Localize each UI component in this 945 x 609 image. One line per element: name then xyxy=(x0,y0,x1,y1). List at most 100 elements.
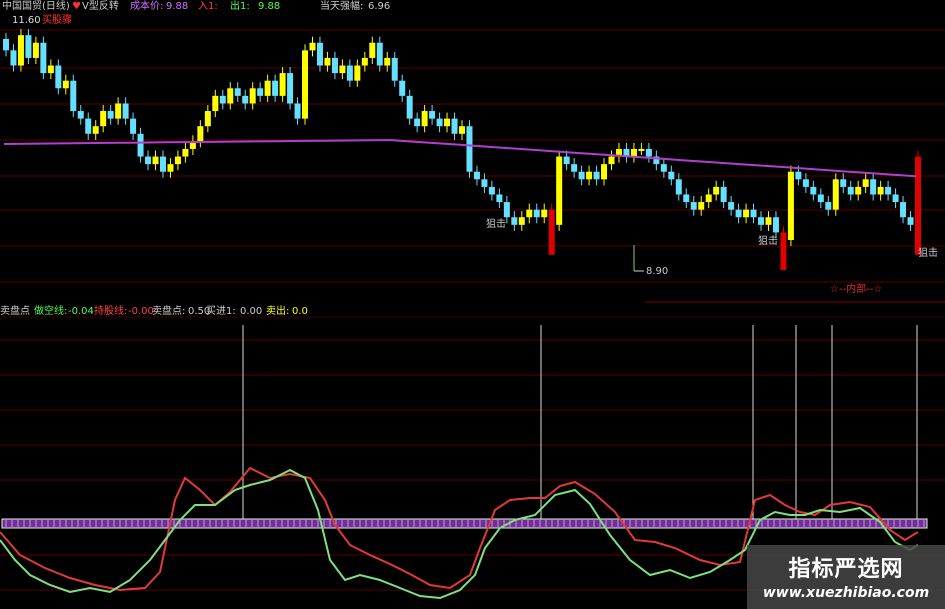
candle-body xyxy=(503,202,510,218)
candle-body xyxy=(847,186,854,195)
candle-body xyxy=(3,38,9,51)
candle-body xyxy=(399,80,406,96)
candle-body xyxy=(384,57,391,66)
strength-value: 6.96 xyxy=(368,1,391,12)
candle-body xyxy=(55,65,62,89)
candle-body xyxy=(459,126,465,134)
candle-body xyxy=(212,95,219,112)
indicator-icon: ♥ xyxy=(72,1,81,12)
candle-body xyxy=(802,179,809,187)
candle-body xyxy=(47,65,54,74)
candle-body xyxy=(578,171,585,180)
candle-body xyxy=(750,209,757,218)
candle-body xyxy=(100,111,107,127)
candle-body xyxy=(870,179,877,195)
candle-body xyxy=(705,194,712,203)
candle-body xyxy=(309,42,316,51)
stock-chart[interactable] xyxy=(0,0,945,609)
candle-body xyxy=(249,88,256,104)
candle-body xyxy=(668,171,675,180)
candle-body xyxy=(145,156,152,165)
candle-body xyxy=(137,133,144,157)
candle-body xyxy=(122,103,129,119)
candle-body xyxy=(481,179,488,187)
candle-body xyxy=(533,209,540,218)
candle-body xyxy=(593,171,600,180)
candle-body xyxy=(787,171,794,240)
signal-candle xyxy=(915,156,921,255)
candle-body xyxy=(862,179,869,187)
cost-value: 9.88 xyxy=(166,1,189,12)
candle-body xyxy=(70,80,77,112)
out-label: 出1: xyxy=(230,1,250,12)
candle-body xyxy=(541,209,548,218)
candle-body xyxy=(728,202,735,210)
candle-body xyxy=(683,194,690,203)
candle-body xyxy=(526,209,533,218)
bottom-item5-label: 买进1: xyxy=(206,306,236,317)
candle-body xyxy=(855,186,862,195)
candle-body xyxy=(316,42,323,66)
candle-body xyxy=(242,95,249,104)
candle-body xyxy=(25,35,32,58)
candle-body xyxy=(391,57,398,81)
candle-body xyxy=(473,171,480,180)
candle-body xyxy=(892,194,899,203)
candle-body xyxy=(900,202,907,218)
candle-body xyxy=(713,186,720,195)
in-label: 入1: xyxy=(198,1,218,12)
candle-body xyxy=(518,217,525,225)
candle-body xyxy=(257,88,264,96)
snipe-label-3: 狙击 xyxy=(918,248,938,259)
candle-body xyxy=(92,126,99,134)
snipe-label-1: 狙击 xyxy=(486,219,506,230)
candle-body xyxy=(294,103,301,119)
candle-body xyxy=(660,164,667,172)
candle-body xyxy=(272,80,279,96)
candle-body xyxy=(466,126,473,172)
candle-body xyxy=(511,217,518,225)
candle-body xyxy=(421,111,428,127)
candle-body xyxy=(227,88,234,104)
candle-body xyxy=(107,111,114,119)
candle-body xyxy=(331,57,338,74)
candle-body xyxy=(32,42,39,58)
candle-body xyxy=(174,156,181,165)
candle-body xyxy=(571,164,578,172)
candle-body xyxy=(586,171,593,180)
bottom-item3-label: 持股线: xyxy=(94,306,128,317)
candle-body xyxy=(324,57,331,66)
candle-body xyxy=(302,50,309,119)
signal-candle xyxy=(548,209,555,255)
price-high-label: 11.60 xyxy=(12,15,41,26)
candle-body xyxy=(361,57,368,66)
candle-body xyxy=(77,111,84,119)
candle-body xyxy=(219,95,226,104)
low-price-label: 8.90 xyxy=(646,266,669,277)
candle-body xyxy=(675,179,682,195)
candle-body xyxy=(354,65,361,81)
strength-label: 当天强幅: xyxy=(320,1,364,12)
bottom-item4-label: 卖盘点: xyxy=(152,306,186,317)
candle-body xyxy=(496,194,503,203)
candle-body xyxy=(698,202,705,210)
candle-body xyxy=(62,80,69,89)
candle-body xyxy=(339,65,346,74)
bottom-item6-value: 0.0 xyxy=(292,306,308,317)
candle-body xyxy=(743,209,750,218)
candle-body xyxy=(817,194,824,203)
candle-body xyxy=(772,217,779,233)
bottom-item5-value: 0.00 xyxy=(240,306,263,317)
candle-body xyxy=(556,156,563,225)
candle-body xyxy=(645,148,652,157)
price-grid xyxy=(0,29,945,303)
cost-label: 成本价: xyxy=(130,1,164,12)
watermark-url: www.xuezhibiao.com xyxy=(762,585,930,601)
candle-body xyxy=(758,217,765,225)
candle-body xyxy=(488,186,495,195)
out-value: 9.88 xyxy=(258,1,281,12)
candle-body xyxy=(832,179,839,210)
low-marker xyxy=(633,245,644,272)
candle-body xyxy=(735,209,742,218)
candle-body xyxy=(720,186,727,203)
